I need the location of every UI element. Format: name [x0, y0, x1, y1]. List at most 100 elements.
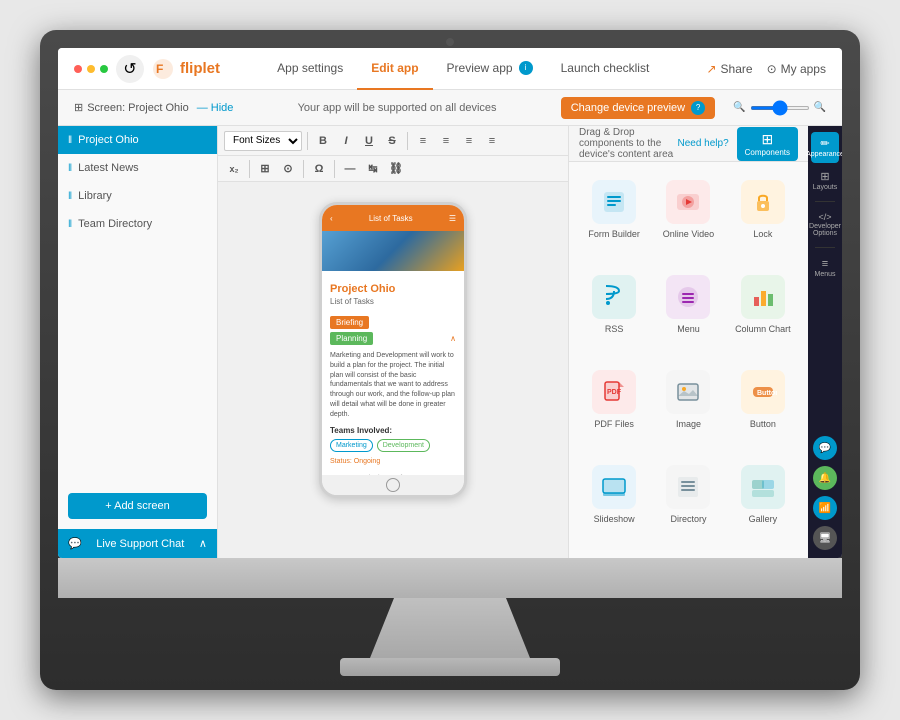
justify-btn[interactable]: ≡	[482, 131, 502, 151]
zoom-in-icon[interactable]: 🔍	[814, 102, 826, 113]
change-device-btn[interactable]: Change device preview ?	[561, 97, 715, 119]
omega-btn[interactable]: Ω	[309, 159, 329, 179]
toolbar-sep-5	[334, 160, 335, 178]
component-directory[interactable]: Directory	[651, 455, 725, 550]
comp-label-pdf-files: PDF Files	[594, 419, 634, 429]
component-rss[interactable]: RSS	[577, 265, 651, 360]
component-button[interactable]: Button Button	[726, 360, 800, 455]
component-lock[interactable]: Lock	[726, 170, 800, 265]
indent-btn[interactable]: ↹	[363, 159, 383, 179]
phone-header: ‹ List of Tasks ☰	[322, 205, 464, 231]
share-button[interactable]: ↗ Share	[706, 62, 752, 76]
toolbar-sep-3	[249, 160, 250, 178]
fliplet-logo-icon: F	[152, 58, 174, 80]
table-btn[interactable]: ⊞	[255, 159, 275, 179]
rt-btn-developer[interactable]: </> Developer Options	[811, 207, 839, 242]
tl-green	[100, 65, 108, 73]
sidebar-item-library[interactable]: ‖ Library	[58, 182, 217, 210]
component-column-chart[interactable]: Column Chart	[726, 265, 800, 360]
phone-back-icon: ‹	[330, 214, 333, 223]
phone-pill-marketing: Marketing	[330, 439, 373, 452]
component-menu[interactable]: Menu	[651, 265, 725, 360]
toolbar-row-1: Font Sizes B I U S ≡ ≡ ≡ ≡	[218, 126, 568, 156]
comp-icon-directory	[666, 465, 710, 509]
bold-btn[interactable]: B	[313, 131, 333, 151]
sidebar-item-project-ohio[interactable]: ‖ Project Ohio	[58, 126, 217, 154]
component-gallery[interactable]: Gallery	[726, 455, 800, 550]
dash-btn[interactable]: —	[340, 159, 360, 179]
toolbar-sep-4	[303, 160, 304, 178]
phone-preview-area: ‹ List of Tasks ☰ Project Ohio List of T…	[218, 182, 568, 558]
live-support-bar[interactable]: 💬 Live Support Chat ∧	[58, 529, 217, 558]
add-screen-btn[interactable]: + Add screen	[68, 493, 207, 519]
sidebar-spacer	[58, 238, 217, 483]
link-btn[interactable]: ⛓	[386, 159, 406, 179]
tab-preview-app[interactable]: Preview app i	[433, 48, 547, 90]
menus-icon: ≡	[822, 258, 828, 270]
comp-label-online-video: Online Video	[663, 229, 714, 239]
align-center-btn[interactable]: ≡	[436, 131, 456, 151]
component-online-video[interactable]: Online Video	[651, 170, 725, 265]
font-size-select[interactable]: Font Sizes	[224, 131, 302, 151]
align-left-btn[interactable]: ≡	[413, 131, 433, 151]
italic-btn[interactable]: I	[336, 131, 356, 151]
align-right-btn[interactable]: ≡	[459, 131, 479, 151]
nav-tabs: App settings Edit app Preview app i Laun…	[263, 48, 663, 90]
rt-signal-btn[interactable]: 📶	[813, 496, 837, 520]
monitor-dot	[446, 38, 454, 46]
myapps-button[interactable]: ⊙ My apps	[767, 62, 826, 76]
rt-btn-layouts[interactable]: ⊞ Layouts	[811, 165, 839, 196]
svg-text:F: F	[156, 62, 163, 76]
subscript-btn[interactable]: x₂	[224, 159, 244, 179]
comp-label-form-builder: Form Builder	[588, 229, 640, 239]
phone-teams-label: Teams Involved:	[330, 426, 456, 435]
underline-btn[interactable]: U	[359, 131, 379, 151]
svg-text:Button: Button	[757, 390, 777, 397]
need-help-link[interactable]: Need help?	[677, 138, 728, 149]
component-slideshow[interactable]: Slideshow	[577, 455, 651, 550]
clock-btn[interactable]: ⊙	[278, 159, 298, 179]
phone-home-btn[interactable]	[386, 478, 400, 492]
comp-label-gallery: Gallery	[749, 514, 778, 524]
comp-icon-lock	[741, 180, 785, 224]
monitor-screen: ↺ F fliplet App settings Edit app	[58, 48, 842, 558]
right-toolbar: ✏ Appearance ⊞ Layouts </> Developer Opt…	[808, 126, 842, 558]
component-image[interactable]: Image	[651, 360, 725, 455]
phone-tag-briefing: Briefing	[330, 316, 369, 329]
component-pdf-files[interactable]: PDF PDF Files	[577, 360, 651, 455]
strikethrough-btn[interactable]: S	[382, 131, 402, 151]
hide-link[interactable]: — Hide	[197, 102, 234, 114]
component-form-builder[interactable]: Form Builder	[577, 170, 651, 265]
comp-icon-slideshow	[592, 465, 636, 509]
rt-screen-btn[interactable]: 🖥	[813, 526, 837, 550]
rt-chat-btn[interactable]: 💬	[813, 436, 837, 460]
info-badge-device: ?	[691, 101, 705, 115]
sidebar-screen-icon-4: ‖	[68, 219, 72, 230]
comp-label-menu: Menu	[677, 324, 700, 334]
traffic-lights	[74, 65, 108, 73]
monitor-foot	[340, 658, 560, 676]
zoom-out-icon[interactable]: 🔍	[733, 102, 745, 113]
nav-back-button[interactable]: ↺	[116, 55, 144, 83]
rt-btn-menus[interactable]: ≡ Menus	[811, 253, 839, 283]
tab-app-settings[interactable]: App settings	[263, 48, 357, 90]
tab-edit-app[interactable]: Edit app	[357, 48, 432, 90]
sidebar-item-latest-news[interactable]: ‖ Latest News	[58, 154, 217, 182]
rt-btn-appearance[interactable]: ✏ Appearance	[811, 132, 839, 163]
comp-label-directory: Directory	[670, 514, 706, 524]
phone-status: Status: Ongoing	[330, 458, 456, 465]
zoom-slider[interactable]	[750, 106, 810, 110]
rt-bell-btn[interactable]: 🔔	[813, 466, 837, 490]
comp-icon-rss	[592, 275, 636, 319]
sidebar-item-team-directory[interactable]: ‖ Team Directory	[58, 210, 217, 238]
comp-label-image: Image	[676, 419, 701, 429]
left-sidebar: ‖ Project Ohio ‖ Latest News ‖ Library ‖…	[58, 126, 218, 558]
toolbar-row-2: x₂ ⊞ ⊙ Ω — ↹ ⛓	[218, 156, 568, 182]
logo-area: F fliplet	[152, 58, 220, 80]
phone-header-title: List of Tasks	[369, 214, 413, 223]
share-icon: ↗	[706, 62, 716, 76]
phone-status-value: Ongoing	[354, 458, 380, 465]
tab-launch-checklist[interactable]: Launch checklist	[547, 48, 664, 90]
right-panel-header: Drag & Drop components to the device's c…	[569, 126, 808, 162]
components-btn[interactable]: ⊞ Components	[737, 127, 798, 161]
